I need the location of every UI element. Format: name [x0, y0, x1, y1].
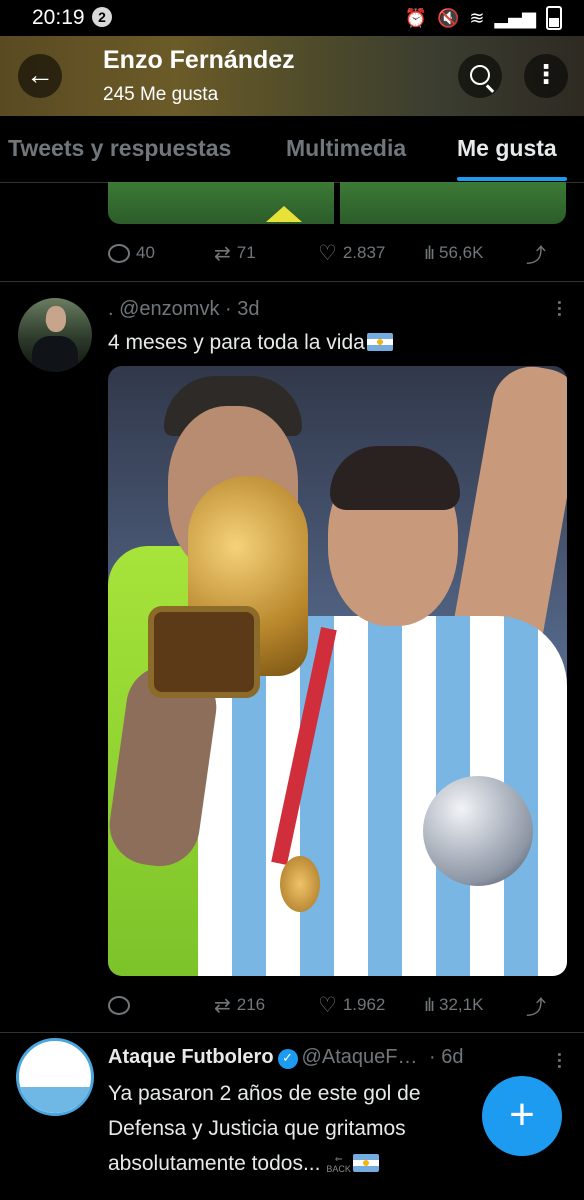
status-icons: ⏰ 🔇 ≋ ▂▄▆ [405, 6, 562, 30]
tweet-text: Ya pasaron 2 años de este gol de Defensa… [108, 1076, 421, 1181]
reply-count: 40 [136, 243, 155, 262]
reply-icon [108, 243, 130, 263]
profile-header: ← Enzo Fernández 245 Me gusta ⋮ [0, 36, 584, 116]
avatar-face [46, 306, 66, 332]
tweet-text: 4 meses y para toda la vida [108, 328, 393, 358]
avatar-band [19, 1087, 91, 1113]
author-name[interactable]: Ataque Futbolero [108, 1046, 274, 1068]
profile-name: Enzo Fernández [103, 46, 295, 74]
tweet-text-line: Ya pasaron 2 años de este gol de [108, 1082, 421, 1105]
reply-icon [108, 995, 130, 1015]
tweet-divider [0, 281, 584, 282]
views-button[interactable]: ılı 56,6K [424, 243, 483, 264]
more-button[interactable]: ⋮ [524, 54, 568, 98]
retweet-button[interactable]: ⇄ 71 [214, 241, 256, 265]
tweet-photo[interactable] [108, 366, 567, 976]
avatar-shirt [32, 336, 78, 372]
tweet-more-icon[interactable]: ··· [548, 1052, 569, 1070]
battery-icon [546, 6, 562, 30]
share-button[interactable]: ⤴ [526, 239, 546, 268]
search-icon [470, 65, 490, 85]
wifi-icon: ≋ [469, 7, 485, 29]
compose-tweet-button[interactable]: + [482, 1076, 562, 1156]
tab-multimedia[interactable]: Multimedia [286, 135, 406, 162]
photo-silver-ball [423, 776, 533, 886]
back-button[interactable]: ← [18, 54, 62, 98]
share-icon: ⤴ [526, 994, 546, 1019]
like-icon: ♡ [318, 993, 337, 1017]
tweet-text-content: absolutamente todos... [108, 1152, 321, 1175]
retweet-icon: ⇄ [214, 993, 231, 1017]
share-icon: ⤴ [526, 242, 546, 267]
tweet-actions: ⇄ 216 ♡ 1.962 ılı 32,1K ⤴ [108, 990, 568, 1020]
retweet-button[interactable]: ⇄ 216 [214, 993, 265, 1017]
tweet-text-content: 4 meses y para toda la vida [108, 331, 365, 354]
author-handle[interactable]: @AtaqueF… [302, 1046, 418, 1068]
training-cone [266, 206, 302, 222]
status-bar: 20:19 2 ⏰ 🔇 ≋ ▂▄▆ [0, 0, 584, 36]
tweet-more-icon[interactable]: ··· [548, 300, 569, 318]
photo-player-hair [330, 446, 460, 510]
tweet-actions: 40 ⇄ 71 ♡ 2.837 ılı 56,6K ⤴ [108, 238, 568, 268]
reply-button[interactable]: 40 [108, 243, 155, 263]
share-button[interactable]: ⤴ [526, 991, 546, 1020]
like-count: 2.837 [342, 243, 386, 262]
tweet-author-line: Ataque Futbolero ✓ @AtaqueF… · 6d [108, 1046, 464, 1069]
retweet-count: 216 [236, 995, 266, 1014]
views-icon: ılı [424, 242, 435, 264]
tweet-time: · 6d [429, 1046, 464, 1068]
tab-me-gusta[interactable]: Me gusta [457, 135, 557, 162]
alarm-icon: ⏰ [404, 7, 427, 29]
more-vertical-icon: ⋮ [533, 59, 559, 89]
retweet-count: 71 [236, 243, 256, 262]
tweet-handle[interactable]: . @enzomvk · 3d [108, 298, 259, 321]
tweet-media-image[interactable] [108, 182, 334, 224]
profile-tabs: Tweets y respuestas Multimedia Me gusta [0, 116, 584, 183]
back-badge-label: BACK [326, 1164, 351, 1175]
status-time: 20:19 [32, 6, 85, 29]
tweet-divider [0, 1032, 584, 1033]
plus-icon: + [509, 1090, 535, 1139]
back-arrow-icon: ← [26, 59, 54, 90]
avatar[interactable] [16, 1038, 94, 1116]
active-tab-indicator [457, 177, 567, 181]
signal-icon: ▂▄▆ [494, 7, 536, 29]
views-count: 32,1K [439, 995, 484, 1014]
argentina-flag-icon [352, 1154, 379, 1172]
like-button[interactable]: ♡ 2.837 [318, 241, 385, 265]
photo-medal [280, 856, 320, 912]
notification-badge: 2 [92, 7, 112, 27]
photo-trophy-base [148, 606, 260, 698]
back-badge: ⇐ BACK [326, 1154, 351, 1175]
views-icon: ılı [424, 994, 435, 1016]
views-button[interactable]: ılı 32,1K [424, 995, 483, 1016]
like-icon: ♡ [318, 241, 337, 265]
views-count: 56,6K [439, 243, 484, 262]
tab-tweets-replies[interactable]: Tweets y respuestas [8, 135, 231, 162]
like-count: 1.962 [342, 995, 386, 1014]
argentina-flag-icon [366, 333, 393, 351]
search-button[interactable] [458, 54, 502, 98]
tweet-text-line: Defensa y Justicia que gritamos [108, 1117, 406, 1140]
like-button[interactable]: ♡ 1.962 [318, 993, 385, 1017]
likes-count: 245 Me gusta [103, 84, 219, 105]
avatar[interactable] [18, 298, 92, 372]
verified-icon: ✓ [277, 1049, 298, 1069]
mute-icon: 🔇 [436, 7, 460, 29]
tweet-text-line-last: absolutamente todos... ⇐ BACK [108, 1146, 421, 1181]
reply-button[interactable] [108, 995, 136, 1015]
retweet-icon: ⇄ [214, 241, 231, 265]
tweet-media-image[interactable] [340, 182, 566, 224]
